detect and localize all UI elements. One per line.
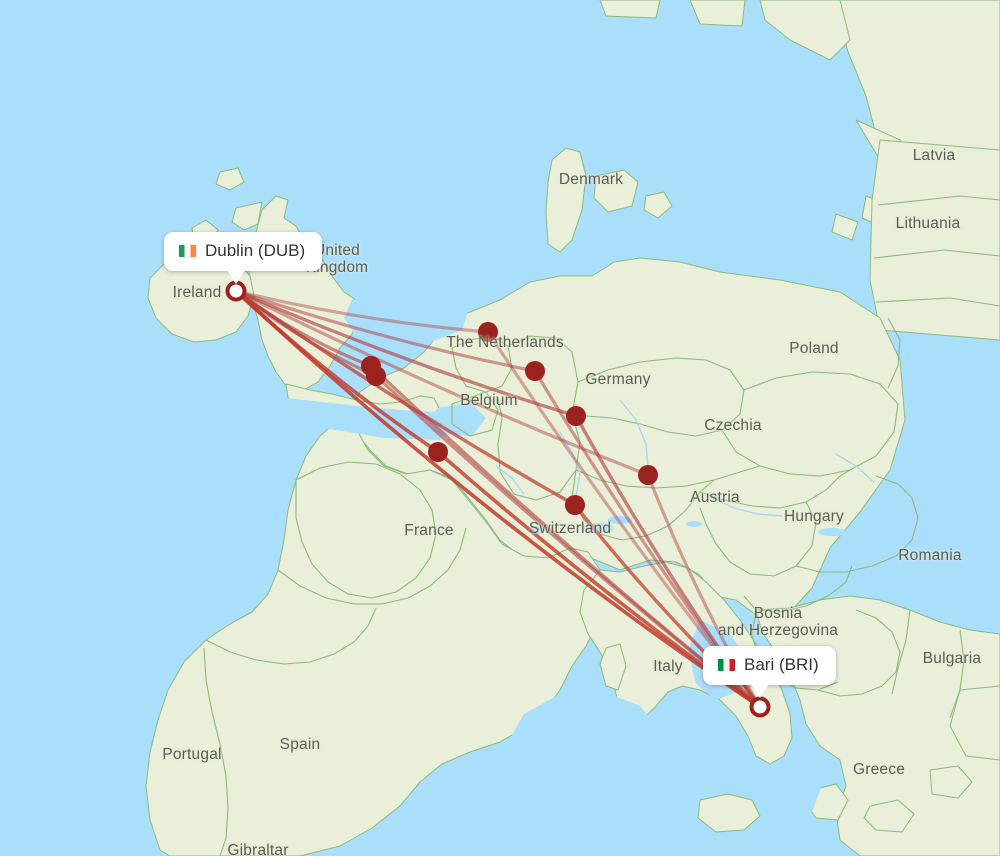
munich-dot[interactable] (638, 465, 658, 485)
flight-route-map[interactable]: .land{fill:#e9efd8;stroke:#8db97e;stroke… (0, 0, 1000, 856)
tooltip-tail (751, 684, 769, 698)
amsterdam-dot[interactable] (478, 322, 498, 342)
route-dub-bhx-bri[interactable] (234, 289, 762, 709)
flight-routes-layer[interactable] (0, 0, 1000, 856)
dusseldorf-dot[interactable] (525, 361, 545, 381)
origin-airport-label: Dublin (DUB) (205, 241, 306, 260)
origin-marker[interactable] (225, 280, 247, 302)
birmingham-dot[interactable] (366, 366, 386, 386)
paris-dot[interactable] (428, 442, 448, 462)
destination-airport-label: Bari (BRI) (744, 655, 819, 674)
italy-flag-icon (718, 659, 735, 671)
origin-airport-tooltip[interactable]: Dublin (DUB) (164, 232, 323, 284)
zurich-dot[interactable] (565, 495, 585, 515)
frankfurt-dot[interactable] (566, 406, 586, 426)
tooltip-tail (227, 270, 245, 284)
destination-marker[interactable] (749, 696, 771, 718)
destination-airport-tooltip[interactable]: Bari (BRI) (703, 646, 836, 698)
ireland-flag-icon (179, 245, 196, 257)
